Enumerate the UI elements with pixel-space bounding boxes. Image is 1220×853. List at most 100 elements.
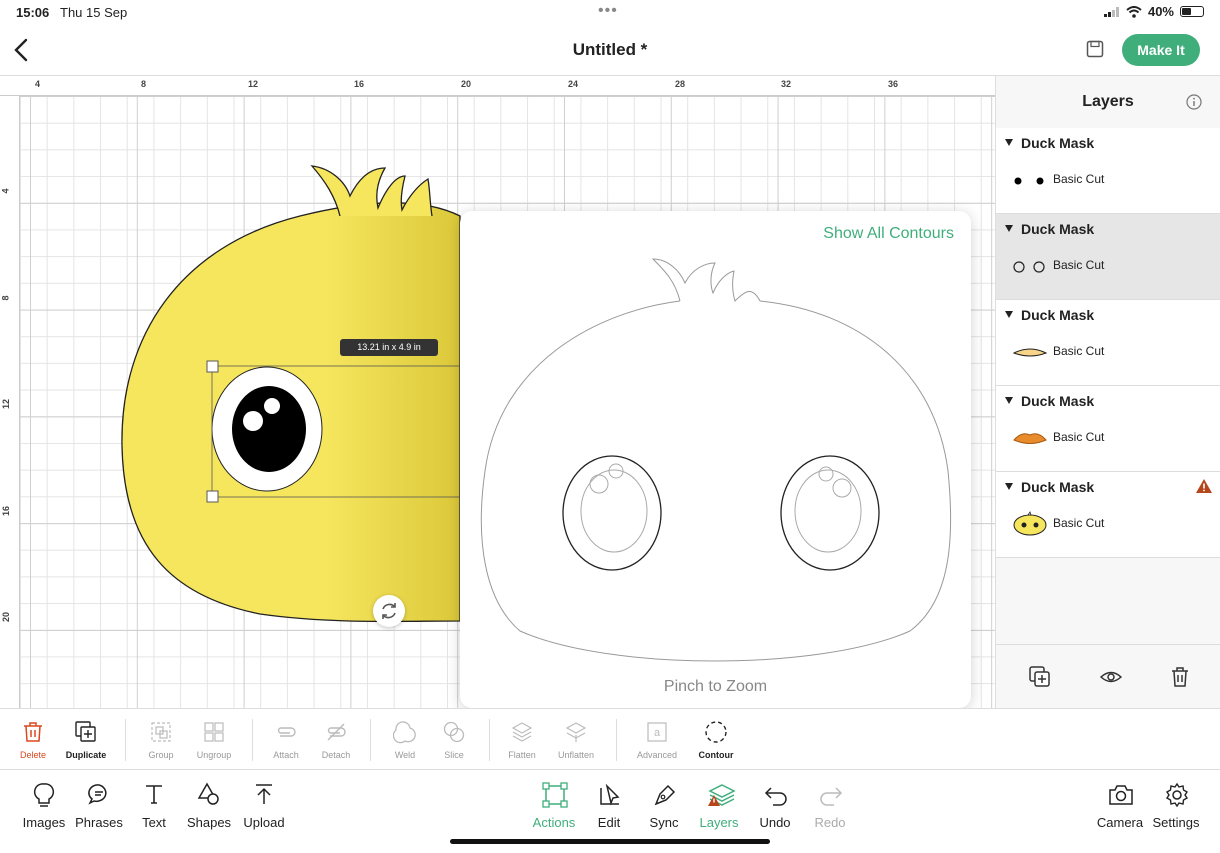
layers-tab-button[interactable]: Layers: [687, 770, 751, 834]
slice-button[interactable]: Slice: [426, 709, 482, 771]
upload-label: Upload: [243, 815, 285, 830]
group-button[interactable]: Group: [133, 709, 189, 771]
toolbar-divider: [125, 719, 126, 761]
ruler-tick: 28: [675, 79, 686, 89]
multitask-dots-icon[interactable]: •••: [598, 2, 618, 20]
layer-name: Basic Cut: [1053, 172, 1105, 186]
text-t-icon: [146, 785, 162, 804]
warning-icon[interactable]: [1195, 478, 1213, 494]
ruler-tick: 8: [0, 295, 11, 301]
edit-cursor-icon: [600, 783, 620, 806]
layer-group[interactable]: Duck Mask Basic Cut: [996, 214, 1220, 300]
header: Untitled * Make It: [0, 26, 1220, 76]
save-icon[interactable]: [1086, 40, 1104, 58]
toolbar-divider: [616, 719, 617, 761]
duplicate-button[interactable]: Duplicate: [58, 709, 114, 771]
contour-preview[interactable]: [460, 241, 971, 671]
signal-icon: [1103, 6, 1119, 17]
make-it-button[interactable]: Make It: [1122, 34, 1200, 66]
redo-arrow-icon: [820, 787, 843, 806]
layer-group[interactable]: Duck Mask Basic Cut: [996, 128, 1220, 214]
dimension-label: 13.21 in x 4.9 in: [340, 339, 438, 356]
ungroup-button[interactable]: Ungroup: [186, 709, 242, 771]
battery-icon: [1180, 6, 1204, 17]
actions-node-icon: [542, 782, 568, 808]
trash-icon: [24, 722, 42, 742]
ruler-tick: 12: [248, 79, 259, 89]
duplicate-icon: [75, 721, 96, 742]
wifi-icon: [1126, 5, 1142, 18]
svg-text:a: a: [654, 727, 661, 739]
ruler-tick: 8: [141, 79, 147, 89]
ruler-tick: 32: [781, 79, 792, 89]
ruler-top: 4 8 12 16 20 24 28 32 36: [0, 76, 995, 96]
collapse-triangle-icon[interactable]: [1005, 139, 1013, 146]
flatten-button[interactable]: Flatten: [494, 709, 550, 771]
layer-thumbnail-beak-orange-icon: [1013, 433, 1047, 444]
ruler-tick: 20: [1, 611, 12, 623]
layers-panel: Layers Duck Mask Basic Cut Duck Mask Bas…: [995, 76, 1220, 708]
gear-icon: [1166, 782, 1188, 808]
ungroup-label: Ungroup: [196, 750, 232, 760]
delete-label: Delete: [19, 750, 46, 760]
attach-label: Attach: [273, 750, 299, 760]
info-icon[interactable]: [1186, 94, 1202, 110]
speech-bubble-icon: [88, 784, 107, 805]
toolbar-divider: [252, 719, 253, 761]
group-icon: [151, 722, 171, 742]
redo-button[interactable]: Redo: [798, 770, 862, 834]
layer-group-name: Duck Mask: [1021, 393, 1095, 409]
status-time: 15:06: [16, 5, 50, 20]
settings-label: Settings: [1152, 815, 1200, 830]
advanced-icon: a: [647, 722, 667, 742]
pen-nib-icon: [654, 784, 676, 806]
layer-name: Basic Cut: [1053, 430, 1105, 444]
camera-button[interactable]: Camera: [1088, 770, 1152, 834]
collapse-triangle-icon[interactable]: [1005, 311, 1013, 318]
detach-label: Detach: [321, 750, 351, 760]
layer-group[interactable]: Duck Mask Basic Cut: [996, 472, 1220, 558]
flatten-icon: [511, 722, 533, 742]
actions-toolbar: Delete Duplicate Group Ungroup Attach De…: [0, 708, 1220, 770]
group-label: Group: [148, 750, 174, 760]
layer-group[interactable]: Duck Mask Basic Cut: [996, 386, 1220, 472]
layers-tab-label: Layers: [699, 815, 739, 830]
shapes-icon: [197, 782, 219, 805]
collapse-triangle-icon[interactable]: [1005, 397, 1013, 404]
status-right: 40%: [1103, 4, 1204, 19]
weld-label: Weld: [394, 750, 416, 760]
trash-icon[interactable]: [1168, 665, 1192, 689]
delete-button[interactable]: Delete: [5, 709, 61, 771]
visibility-eye-icon[interactable]: [1099, 665, 1123, 689]
layer-group[interactable]: Duck Mask Basic Cut: [996, 300, 1220, 386]
detach-button[interactable]: Detach: [308, 709, 364, 771]
upload-button[interactable]: Upload: [232, 770, 296, 834]
lightbulb-icon: [33, 783, 55, 807]
duplicate-label: Duplicate: [65, 750, 107, 760]
unflatten-label: Unflatten: [557, 750, 595, 760]
upload-arrow-icon: [256, 784, 272, 804]
contour-panel[interactable]: Show All Contours Pinch to Zoom: [460, 211, 971, 708]
status-date: Thu 15 Sep: [60, 5, 128, 20]
rotate-handle-icon[interactable]: [373, 595, 405, 627]
layer-group-name: Duck Mask: [1021, 135, 1095, 151]
duplicate-layer-icon[interactable]: [1028, 665, 1052, 689]
toolbar-divider: [370, 719, 371, 761]
advanced-button[interactable]: a Advanced: [629, 709, 685, 771]
settings-button[interactable]: Settings: [1144, 770, 1208, 834]
ruler-tick: 24: [568, 79, 579, 89]
unflatten-button[interactable]: Unflatten: [548, 709, 604, 771]
layer-thumbnail-duck-face-icon: [1013, 511, 1047, 536]
advanced-label: Advanced: [636, 750, 678, 760]
collapse-triangle-icon[interactable]: [1005, 225, 1013, 232]
collapse-triangle-icon[interactable]: [1005, 483, 1013, 490]
home-indicator[interactable]: [450, 839, 770, 844]
ruler-tick: 12: [1, 398, 12, 410]
attach-button[interactable]: Attach: [258, 709, 314, 771]
ruler-tick: 20: [461, 79, 472, 89]
ungroup-icon: [204, 722, 224, 742]
detach-icon: [327, 723, 346, 741]
contour-button[interactable]: Contour: [688, 709, 744, 771]
ruler-tick: 4: [0, 188, 11, 194]
weld-button[interactable]: Weld: [377, 709, 433, 771]
